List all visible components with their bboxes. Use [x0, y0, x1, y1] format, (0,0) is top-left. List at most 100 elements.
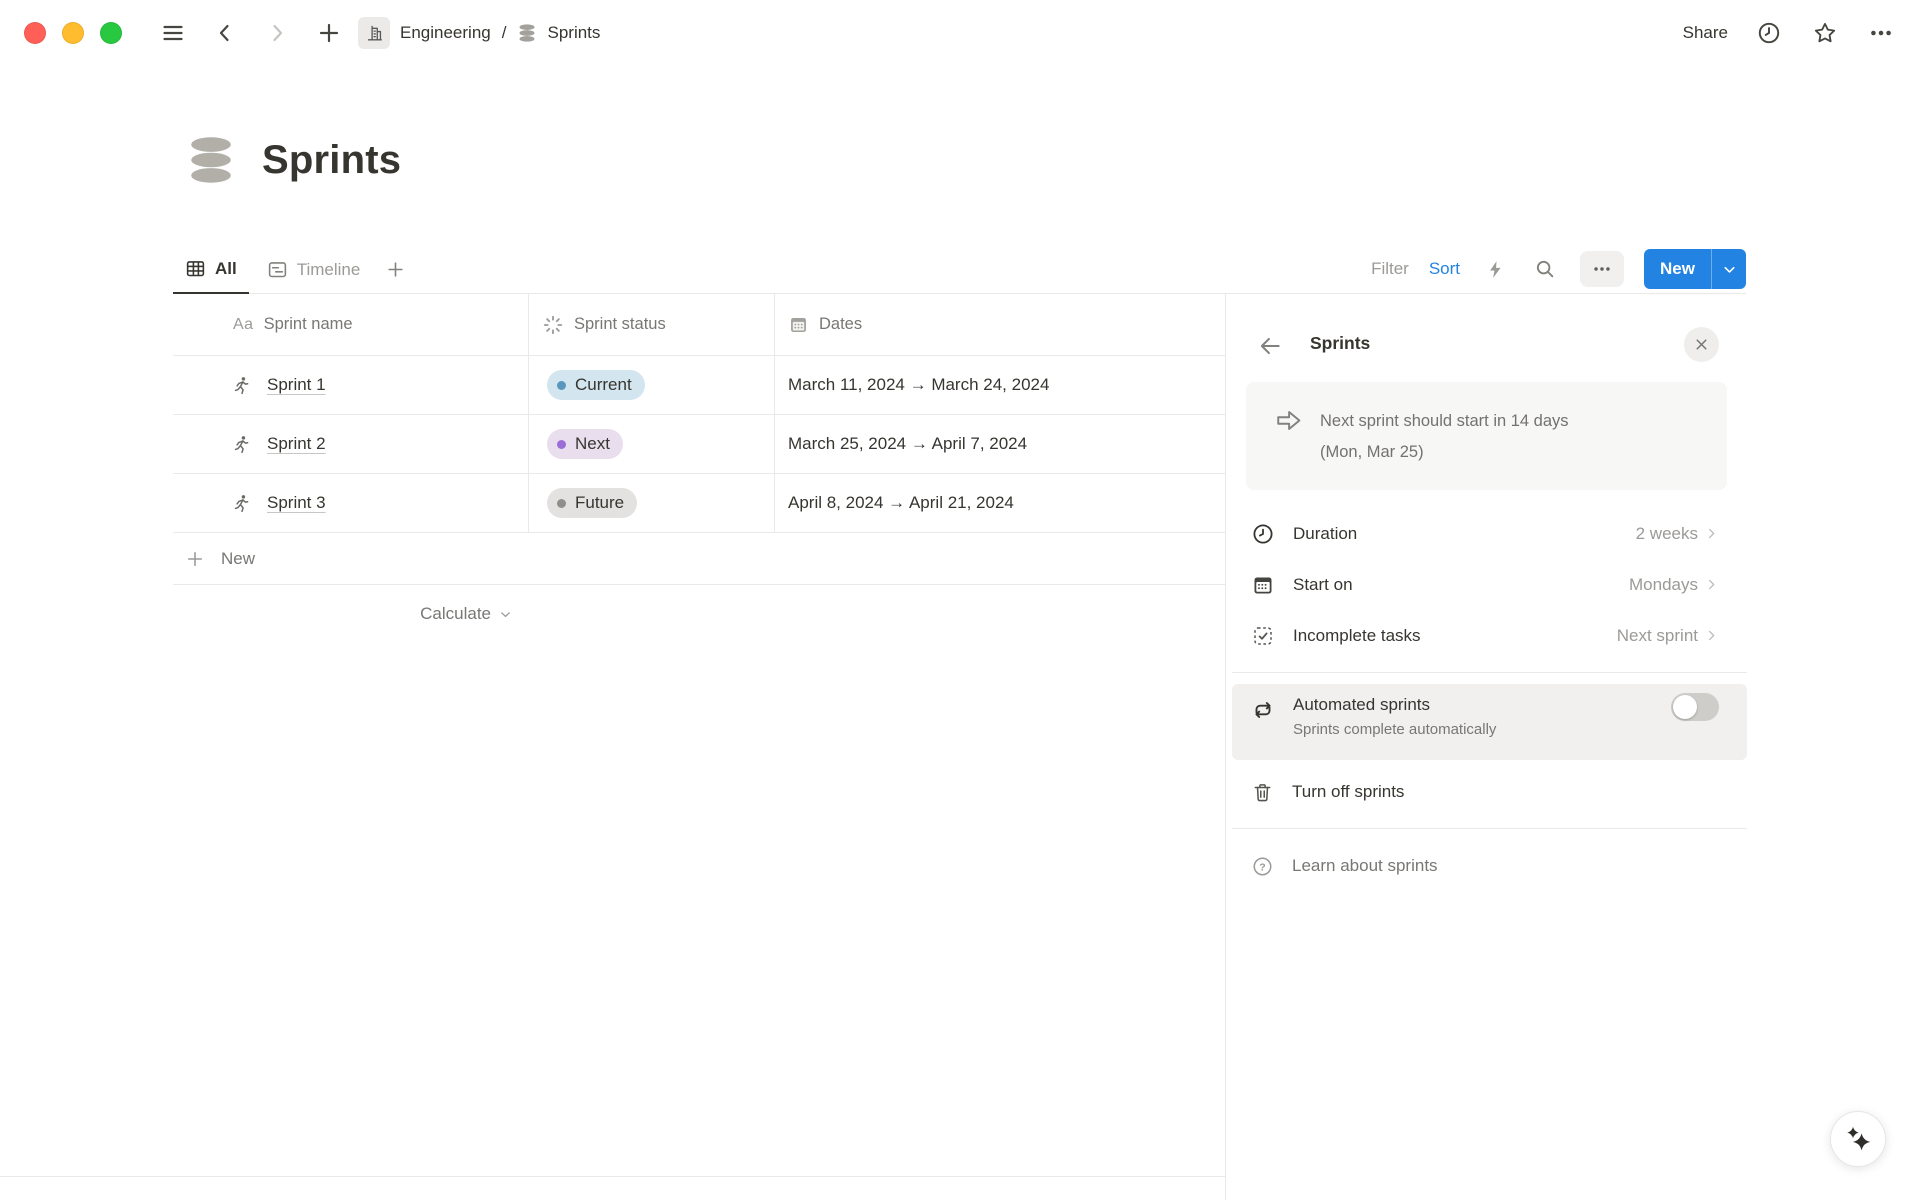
sort-button[interactable]: Sort: [1429, 259, 1460, 279]
minimize-window-button[interactable]: [62, 22, 84, 44]
column-label: Sprint status: [574, 315, 666, 334]
date-range: March 25, 2024 → April 7, 2024: [788, 434, 1027, 454]
building-icon: [365, 24, 384, 43]
favorite-button[interactable]: [1810, 18, 1840, 48]
toggle-knob: [1673, 695, 1697, 719]
view-bar: All Timeline Filter Sort New: [173, 245, 1746, 294]
panel-title: Sprints: [1310, 333, 1370, 354]
setting-duration[interactable]: Duration 2 weeks: [1226, 508, 1747, 559]
breadcrumb-workspace-icon-badge[interactable]: [358, 17, 390, 49]
sprint-name-cell[interactable]: Sprint 3: [173, 474, 529, 532]
status-label: Current: [575, 375, 632, 395]
column-header-sprint-name[interactable]: Aa Sprint name: [173, 294, 529, 355]
setting-value: Next sprint: [1617, 626, 1698, 646]
search-in-view-button[interactable]: [1530, 254, 1560, 284]
sprint-name-cell[interactable]: Sprint 2: [173, 415, 529, 473]
new-entry-button[interactable]: New: [1644, 249, 1711, 289]
dates-cell[interactable]: April 8, 2024 → April 21, 2024: [775, 474, 1225, 532]
status-dot: [557, 440, 566, 449]
runner-icon: [231, 493, 252, 514]
back-button[interactable]: [210, 18, 240, 48]
setting-start-on[interactable]: Start on Mondays: [1226, 559, 1747, 610]
chevron-down-icon: [498, 607, 513, 622]
column-header-dates[interactable]: Dates: [775, 294, 1225, 355]
setting-incomplete-tasks[interactable]: Incomplete tasks Next sprint: [1226, 610, 1747, 661]
automated-sprints-toggle[interactable]: [1671, 693, 1719, 721]
sprints-table: Aa Sprint name Sprint status Dates Sprin…: [173, 294, 1225, 643]
date-range: March 11, 2024 → March 24, 2024: [788, 375, 1049, 395]
sidebar-menu-button[interactable]: [158, 18, 188, 48]
sprint-name-link[interactable]: Sprint 1: [267, 375, 326, 395]
column-label: Sprint name: [264, 315, 353, 334]
more-options-button[interactable]: [1866, 18, 1896, 48]
notion-window: Engineering / Sprints Share Sprints: [0, 0, 1920, 1200]
table-row: Sprint 2 Next March 25, 2024 → April 7, …: [173, 415, 1225, 474]
filter-button[interactable]: Filter: [1371, 259, 1409, 279]
breadcrumb-page[interactable]: Sprints: [547, 23, 600, 43]
sparkles-icon: [1838, 1119, 1878, 1159]
plus-icon: [386, 260, 405, 279]
view-options-button[interactable]: [1580, 251, 1624, 287]
notice-line-2: (Mon, Mar 25): [1320, 437, 1569, 468]
chevron-right-icon: [1704, 577, 1719, 592]
date-range: April 8, 2024 → April 21, 2024: [788, 493, 1014, 513]
setting-value: 2 weeks: [1636, 524, 1698, 544]
updates-button[interactable]: [1754, 18, 1784, 48]
dates-cell[interactable]: March 25, 2024 → April 7, 2024: [775, 415, 1225, 473]
panel-close-button[interactable]: [1684, 327, 1719, 362]
panel-back-button[interactable]: [1257, 333, 1283, 359]
nav-controls: [158, 18, 344, 48]
dates-cell[interactable]: March 11, 2024 → March 24, 2024: [775, 356, 1225, 414]
notice-text: Next sprint should start in 14 days (Mon…: [1320, 406, 1569, 490]
sprint-name-cell[interactable]: Sprint 1: [173, 356, 529, 414]
tab-all[interactable]: All: [173, 246, 249, 294]
setting-label: Start on: [1293, 575, 1353, 595]
sprint-status-cell[interactable]: Future: [529, 474, 775, 532]
clock-icon: [1251, 522, 1275, 546]
ellipsis-icon: [1868, 20, 1894, 46]
close-window-button[interactable]: [24, 22, 46, 44]
calendar-icon: [788, 314, 809, 335]
share-button[interactable]: Share: [1683, 23, 1728, 43]
table-view-icon: [185, 258, 206, 279]
tab-timeline[interactable]: Timeline: [255, 246, 373, 294]
new-page-button[interactable]: [314, 18, 344, 48]
learn-about-sprints-link[interactable]: ? Learn about sprints: [1226, 843, 1747, 889]
search-icon: [1534, 258, 1556, 280]
sprint-settings-list: Duration 2 weeks Start on Mondays Incomp…: [1226, 508, 1747, 661]
trash-icon: [1251, 781, 1274, 804]
calculate-button[interactable]: Calculate: [173, 585, 529, 643]
turn-off-sprints-button[interactable]: Turn off sprints: [1226, 767, 1747, 817]
automations-button[interactable]: [1480, 254, 1510, 284]
add-view-button[interactable]: [378, 252, 412, 286]
database-page-icon[interactable]: [186, 134, 236, 186]
breadcrumb-workspace[interactable]: Engineering: [400, 23, 491, 43]
automated-sprints-label: Automated sprints: [1293, 695, 1430, 715]
status-dot: [557, 381, 566, 390]
traffic-lights: [24, 22, 122, 44]
sprint-name-link[interactable]: Sprint 2: [267, 434, 326, 454]
new-row-button[interactable]: New: [173, 533, 1225, 585]
zoom-window-button[interactable]: [100, 22, 122, 44]
new-entry-dropdown-button[interactable]: [1712, 249, 1746, 289]
table-row: Sprint 3 Future April 8, 2024 → April 21…: [173, 474, 1225, 533]
sprint-status-cell[interactable]: Current: [529, 356, 775, 414]
window-topbar: Engineering / Sprints Share: [0, 0, 1920, 66]
notion-ai-button[interactable]: [1830, 1111, 1886, 1167]
automated-sprints-row[interactable]: Automated sprints Sprints complete autom…: [1232, 684, 1747, 760]
sprint-status-cell[interactable]: Next: [529, 415, 775, 473]
sprint-name-link[interactable]: Sprint 3: [267, 493, 326, 513]
status-badge: Next: [547, 429, 623, 459]
chevron-down-icon: [1721, 261, 1738, 278]
status-label: Future: [575, 493, 624, 513]
column-header-sprint-status[interactable]: Sprint status: [529, 294, 775, 355]
page-title[interactable]: Sprints: [262, 138, 401, 183]
runner-icon: [231, 375, 252, 396]
tab-all-label: All: [215, 259, 237, 279]
setting-label: Incomplete tasks: [1293, 626, 1421, 646]
topbar-actions: Share: [1683, 18, 1896, 48]
table-header-row: Aa Sprint name Sprint status Dates: [173, 294, 1225, 356]
table-body: Sprint 1 Current March 11, 2024 → March …: [173, 356, 1225, 533]
panel-divider: [1232, 828, 1747, 829]
forward-button[interactable]: [262, 18, 292, 48]
